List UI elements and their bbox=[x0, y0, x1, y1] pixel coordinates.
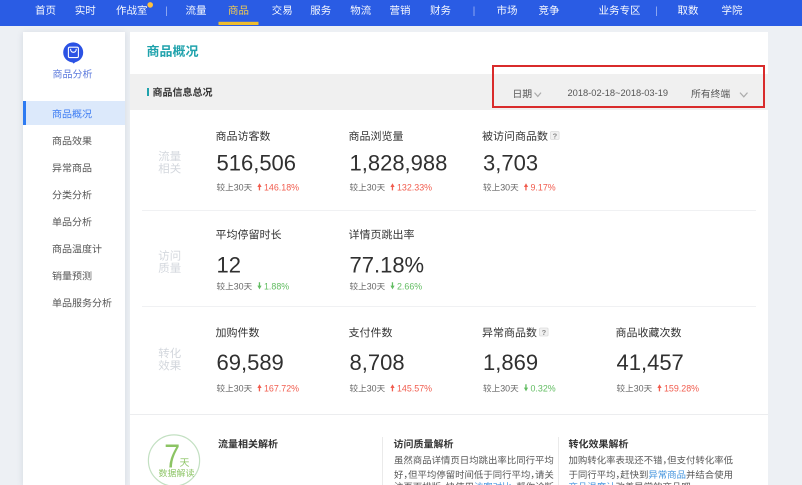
svg-text:41,457: 41,457 bbox=[617, 350, 684, 375]
svg-text:2.66%: 2.66% bbox=[397, 282, 422, 292]
svg-text:0.32%: 0.32% bbox=[531, 384, 556, 394]
svg-text:2018-02-18~2018-03-19: 2018-02-18~2018-03-19 bbox=[568, 88, 669, 98]
svg-text:8,708: 8,708 bbox=[350, 350, 405, 375]
svg-text:167.72%: 167.72% bbox=[264, 384, 299, 394]
svg-text:77.18%: 77.18% bbox=[350, 252, 425, 277]
svg-text:516,506: 516,506 bbox=[217, 151, 297, 176]
svg-text:30: 30 bbox=[634, 384, 644, 394]
svg-text:30: 30 bbox=[234, 282, 244, 292]
svg-text:?: ? bbox=[542, 328, 547, 337]
svg-text:69,589: 69,589 bbox=[217, 350, 284, 375]
svg-text:1,828,988: 1,828,988 bbox=[350, 151, 448, 176]
svg-text:3,703: 3,703 bbox=[483, 151, 538, 176]
svg-text:12: 12 bbox=[217, 252, 241, 277]
svg-text:132.33%: 132.33% bbox=[397, 183, 432, 193]
svg-text:30: 30 bbox=[500, 384, 510, 394]
svg-text:30: 30 bbox=[367, 282, 377, 292]
svg-text:9.17%: 9.17% bbox=[531, 183, 556, 193]
svg-text:146.18%: 146.18% bbox=[264, 183, 299, 193]
svg-text:30: 30 bbox=[367, 183, 377, 193]
svg-text:145.57%: 145.57% bbox=[397, 384, 432, 394]
svg-text:30: 30 bbox=[500, 183, 510, 193]
svg-text:159.28%: 159.28% bbox=[664, 384, 699, 394]
svg-text:1.88%: 1.88% bbox=[264, 282, 289, 292]
svg-text:30: 30 bbox=[367, 384, 377, 394]
svg-text:30: 30 bbox=[234, 183, 244, 193]
svg-text:1,869: 1,869 bbox=[483, 350, 538, 375]
svg-text:?: ? bbox=[553, 131, 558, 140]
svg-text:30: 30 bbox=[234, 384, 244, 394]
